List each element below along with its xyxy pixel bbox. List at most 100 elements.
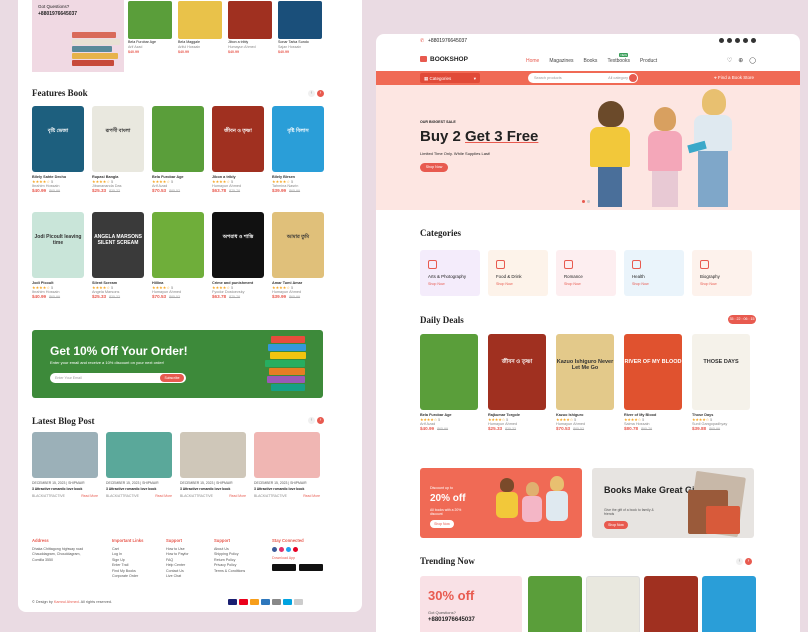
next-arrow-icon[interactable]: › (317, 90, 324, 97)
phone-icon: ✆ (420, 38, 425, 44)
pinterest-icon[interactable] (293, 547, 298, 552)
user-icon[interactable]: ◯ (749, 57, 756, 64)
next-arrow-icon[interactable]: › (745, 558, 752, 565)
menu-magazines[interactable]: Magazines (549, 58, 573, 64)
logo[interactable]: BOOKSHOP (420, 56, 468, 63)
trending-book-cover[interactable] (528, 576, 582, 632)
search-category-select[interactable]: All category (608, 76, 628, 80)
blog-card[interactable]: DECEMBER 15, 2023 | SHIPMAIR 3 Attractiv… (106, 432, 172, 498)
promo-phone[interactable]: +8801976645037 (38, 11, 118, 17)
linkedin-icon[interactable] (743, 38, 748, 43)
read-more-link[interactable]: Read More (155, 494, 172, 498)
blog-card[interactable]: DECEMBER 15, 2023 | SHIPMAIR 3 Attractiv… (254, 432, 320, 498)
book-card[interactable]: আমার তুমি Amar Tumi Amar ★★★★☆ 5 Humayun… (272, 212, 324, 299)
search-icon[interactable] (629, 74, 637, 82)
menu-books[interactable]: Books (584, 58, 598, 64)
prev-arrow-icon[interactable]: ‹ (308, 90, 315, 97)
category-card[interactable]: Food & Drink Shop Now (488, 250, 548, 296)
section-title: Categories (420, 228, 461, 238)
category-name: Biography (700, 274, 720, 279)
twitter-icon[interactable] (286, 547, 291, 552)
twitter-icon[interactable] (735, 38, 740, 43)
book-card[interactable]: জীবন ও তৃষ্ণা Jibon a tribly ★★★★☆ 5 Hum… (212, 106, 264, 193)
book-card[interactable]: রূপসী বাংলা Rupasi Bangla ★★★★☆ 5 Jibana… (92, 106, 144, 193)
category-card[interactable]: Biography Shop Now (692, 250, 752, 296)
book-card[interactable]: Bela Furobar Age ★★★★☆ 5 Arif Azad $40.9… (420, 334, 478, 431)
book-card[interactable]: Bela Furobar Age Arif Azad $40.99 (128, 0, 172, 72)
shop-now-link[interactable]: Shop Now (428, 282, 472, 286)
menu-textbooks[interactable]: Textbooks NEW (607, 53, 630, 64)
book-card[interactable]: RIVER OF MY BLOOD River of My Blood ★★★★… (624, 334, 682, 431)
heart-icon[interactable]: ♡ (727, 57, 732, 64)
search-input[interactable]: Search products All category (528, 73, 638, 83)
blog-title: 3 Attractive romantic love book (106, 487, 157, 491)
store-link[interactable]: ⌖ Find a Book Store (714, 75, 754, 80)
category-card[interactable]: Arts & Photography Shop Now (420, 250, 480, 296)
gift-shop-button[interactable]: Shop Now (604, 521, 628, 529)
read-more-link[interactable]: Read More (81, 494, 98, 498)
book-card[interactable]: Bela Maggale Ariful Hossain $40.99 (178, 0, 222, 72)
instagram-icon[interactable] (279, 547, 284, 552)
cart-icon[interactable]: ⊕ (738, 57, 743, 64)
book-card[interactable]: বৃষ্টি বিলাস Bilely Birsen ★★★★☆ 5 Tahmi… (272, 106, 324, 193)
book-card[interactable]: ANGELA MARSONS SILENT SCREAM Silent Scre… (92, 212, 144, 299)
trending-book-cover[interactable] (644, 576, 698, 632)
next-arrow-icon[interactable]: › (317, 417, 324, 424)
shop-now-link[interactable]: Shop Now (632, 282, 676, 286)
shop-now-link[interactable]: Shop Now (564, 282, 608, 286)
discount-banner: Get 10% Off Your Order! Enter your email… (32, 330, 323, 398)
pinterest-icon[interactable] (751, 38, 756, 43)
footer-connect: Stay Connected Download App (272, 538, 323, 572)
category-card[interactable]: Health Shop Now (624, 250, 684, 296)
promo-shop-button[interactable]: Shop Now (430, 520, 454, 528)
top-phone[interactable]: +8801976645037 (428, 38, 467, 44)
categories-button[interactable]: ▦ Categories ▾ (420, 73, 480, 83)
book-card[interactable]: Jodi Picoult leaving time Jodi Picoult ★… (32, 212, 84, 299)
book-old-price: $35.33 (109, 189, 121, 193)
footer-link[interactable]: Corporate Order (112, 574, 143, 579)
carousel-nav: ‹ › (308, 90, 324, 97)
menu-home[interactable]: Home (526, 58, 539, 64)
book-old-price: $85.53 (169, 295, 181, 299)
book-card[interactable]: Bela Furobar Age ★★★★☆ 5 Arif Azad $70.5… (152, 106, 204, 193)
category-card[interactable]: Romance Shop Now (556, 250, 616, 296)
blog-title: 3 Attractive romantic love book (32, 487, 83, 491)
book-card[interactable]: Hillina ★★★★☆ 5 Humayun Ahmed $70.53 $85.… (152, 212, 204, 299)
prev-arrow-icon[interactable]: ‹ (736, 558, 743, 565)
book-card[interactable]: Kazuo Ishiguro Never Let Me Go Kazuo Ish… (556, 334, 614, 431)
trending-phone[interactable]: +8801976645037 (428, 617, 475, 623)
hero-shop-button[interactable]: Shop Now (420, 163, 448, 172)
facebook-icon[interactable] (719, 38, 724, 43)
book-card[interactable]: জীবন ও তৃষ্ণা Rajkumar Torgole ★★★★☆ 5 H… (488, 334, 546, 431)
book-cover-text: Jodi Picoult leaving time (34, 234, 82, 246)
read-more-link[interactable]: Read More (229, 494, 246, 498)
slider-dot[interactable] (587, 200, 590, 203)
designer-link[interactable]: Kamrul Ahmed (54, 600, 79, 604)
book-card[interactable]: Jibon a tribly Humayun Ahmed $40.99 (228, 0, 272, 72)
menu-product[interactable]: Product (640, 58, 657, 64)
instagram-icon[interactable] (727, 38, 732, 43)
footer-link[interactable]: Live Chat (166, 574, 189, 579)
book-author: Arif Azad (128, 45, 143, 49)
facebook-icon[interactable] (272, 547, 277, 552)
slider-dot[interactable] (582, 200, 585, 203)
footer-link[interactable]: Terms & Conditions (214, 569, 245, 574)
subscribe-button[interactable]: Subscribe (160, 374, 184, 382)
trending-book-cover[interactable] (586, 576, 640, 632)
trending-book-cover[interactable] (702, 576, 756, 632)
read-more-link[interactable]: Read More (303, 494, 320, 498)
book-card[interactable]: বৃষ্টি ভেজা Bilely Sahte Decho ★★★★☆ 5 I… (32, 106, 84, 193)
google-play-badge[interactable] (299, 564, 323, 572)
blog-card[interactable]: DECEMBER 15, 2023 | SHIPMAIR 3 Attractiv… (32, 432, 98, 498)
blog-card[interactable]: DECEMBER 15, 2023 | SHIPMAIR 3 Attractiv… (180, 432, 246, 498)
shop-now-link[interactable]: Shop Now (496, 282, 540, 286)
app-store-badge[interactable] (272, 564, 296, 572)
shop-now-link[interactable]: Shop Now (700, 282, 744, 286)
main-nav: BOOKSHOP Home Magazines Books Textbooks N… (376, 49, 800, 71)
prev-arrow-icon[interactable]: ‹ (308, 417, 315, 424)
book-card[interactable]: THOSE DAYS Those Days ★★★★☆ 5 Sunil Gang… (692, 334, 750, 431)
book-card[interactable]: অপরাধ ও শাস্তি Crime and punishment ★★★★… (212, 212, 264, 299)
book-card[interactable]: Sonar Tarka Sundo Sajan Hossain $40.99 (278, 0, 322, 72)
banner-title: Get 10% Off Your Order! (50, 344, 188, 358)
blog-date: DECEMBER 15, 2023 | SHIPMAIR (254, 481, 307, 485)
